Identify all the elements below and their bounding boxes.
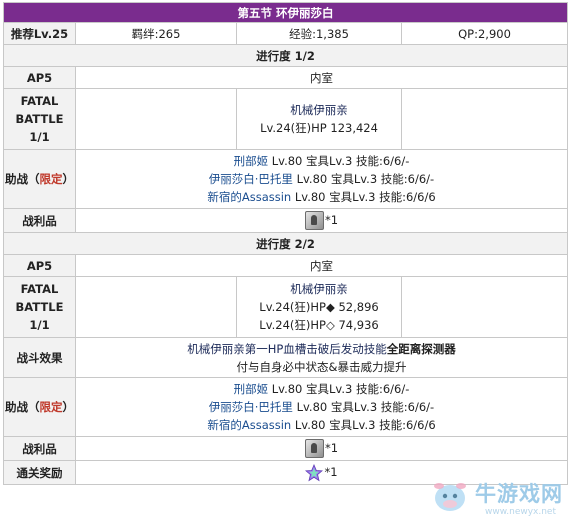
support-label-suffix: ） (62, 172, 75, 186)
support-servant-link[interactable]: 伊丽莎白·巴托里 (209, 400, 293, 414)
support-detail: Lv.80 宝具Lv.3 技能:6/6/- (268, 382, 410, 396)
battle-label-2: FATAL BATTLE 1/1 (3, 276, 76, 338)
effect-text: 机械伊丽亲第一HP血槽击破后发动技能 (187, 341, 387, 356)
loot-cell-2: *1 (74, 436, 569, 461)
support-detail: Lv.80 宝具Lv.3 技能:6/6/6 (291, 418, 436, 432)
support-servant-link[interactable]: 新宿的Assassin (207, 418, 291, 432)
ap-cost-1: AP5 (3, 66, 76, 89)
effect-line-1: 机械伊丽亲第一HP血槽击破后发动技能全距离探测器 (76, 340, 567, 358)
saint-quartz-icon[interactable] (305, 463, 324, 482)
support-servant-link[interactable]: 伊丽莎白·巴托里 (209, 172, 293, 186)
support-detail: Lv.80 宝具Lv.3 技能:6/6/- (292, 172, 435, 186)
effect-line-2: 付与自身必中状态&暴击威力提升 (236, 359, 407, 374)
reward-cell: *1 (74, 460, 569, 485)
support-entry: 刑部姬 Lv.80 宝具Lv.3 技能:6/6/- (76, 380, 567, 398)
enemy-name[interactable]: 机械伊丽亲 (237, 101, 401, 119)
support-detail: Lv.80 宝具Lv.3 技能:6/6/- (268, 154, 410, 168)
enemy-cell-1: 机械伊丽亲 Lv.24(狂)HP 123,424 (236, 88, 402, 150)
reward-count: *1 (324, 465, 338, 480)
location-2: 内室 (74, 254, 569, 277)
support-servant-link[interactable]: 刑部姬 (234, 382, 269, 396)
support-entry: 新宿的Assassin Lv.80 宝具Lv.3 技能:6/6/6 (76, 416, 567, 434)
bond-value: 羁绊:265 (75, 22, 237, 45)
support-detail: Lv.80 宝具Lv.3 技能:6/6/6 (291, 190, 436, 204)
support-list-2: 刑部姬 Lv.80 宝具Lv.3 技能:6/6/- 伊丽莎白·巴托里 Lv.80… (74, 377, 569, 437)
enemy-stats: Lv.24(狂)HP 123,424 (260, 121, 378, 135)
battle-label-line: 1/1 (29, 318, 50, 332)
support-servant-link[interactable]: 新宿的Assassin (207, 190, 291, 204)
statue-icon[interactable] (304, 211, 324, 230)
loot-label-1: 战利品 (3, 208, 76, 233)
support-limited-tag: 限定 (39, 172, 63, 186)
empty-cell (75, 88, 237, 150)
enemy-name[interactable]: 机械伊丽亲 (237, 280, 401, 298)
battle-label-line: BATTLE (15, 300, 64, 314)
enemy-stats-hp2: Lv.24(狂)HP◇ 74,936 (259, 318, 379, 332)
enemy-cell-2: 机械伊丽亲 Lv.24(狂)HP◆ 52,896 Lv.24(狂)HP◇ 74,… (236, 276, 402, 338)
loot-count: *1 (324, 441, 339, 455)
support-limited-tag: 限定 (39, 400, 63, 414)
statue-icon[interactable] (304, 439, 324, 458)
battle-label-line: FATAL (20, 94, 59, 108)
support-list-1: 刑部姬 Lv.80 宝具Lv.3 技能:6/6/- 伊丽莎白·巴托里 Lv.80… (74, 149, 569, 209)
battle-label-line: FATAL (20, 282, 59, 296)
effect-cell: 机械伊丽亲第一HP血槽击破后发动技能全距离探测器 付与自身必中状态&暴击威力提升 (74, 337, 569, 378)
progress-header-2: 进行度 2/2 (2, 232, 569, 255)
qp-value: QP:2,900 (400, 22, 569, 45)
support-entry: 新宿的Assassin Lv.80 宝具Lv.3 技能:6/6/6 (76, 188, 567, 206)
recommend-level: 推荐Lv.25 (3, 22, 76, 45)
support-entry: 伊丽莎白·巴托里 Lv.80 宝具Lv.3 技能:6/6/- (76, 170, 567, 188)
enemy-stats-hp1: Lv.24(狂)HP◆ 52,896 (259, 300, 379, 314)
support-label-suffix: ） (62, 400, 75, 414)
loot-cell-1: *1 (74, 208, 569, 233)
loot-label-2: 战利品 (3, 436, 76, 461)
reward-label: 通关奖励 (3, 460, 76, 485)
support-label-1: 助战（限定） (3, 149, 76, 209)
watermark-url: www.newyx.net (485, 507, 557, 517)
battle-label-line: BATTLE (15, 112, 64, 126)
battle-label-1: FATAL BATTLE 1/1 (3, 88, 76, 150)
progress-header-1: 进行度 1/2 (2, 44, 569, 67)
support-label-2: 助战（限定） (3, 377, 76, 437)
empty-cell (400, 88, 569, 150)
support-entry: 伊丽莎白·巴托里 Lv.80 宝具Lv.3 技能:6/6/- (76, 398, 567, 416)
support-label-prefix: 助战（ (5, 400, 40, 414)
empty-cell (400, 276, 569, 338)
effect-skill-name: 全距离探测器 (386, 341, 456, 356)
quest-table: 第五节 环伊丽莎白 推荐Lv.25 羁绊:265 经验:1,385 QP:2,9… (2, 2, 569, 485)
empty-cell (75, 276, 237, 338)
support-detail: Lv.80 宝具Lv.3 技能:6/6/- (292, 400, 435, 414)
battle-label-line: 1/1 (29, 130, 50, 144)
support-label-prefix: 助战（ (5, 172, 40, 186)
effect-label: 战斗效果 (3, 337, 76, 378)
support-entry: 刑部姬 Lv.80 宝具Lv.3 技能:6/6/- (76, 152, 567, 170)
location-1: 内室 (74, 66, 569, 89)
loot-count: *1 (324, 213, 339, 227)
quest-title: 第五节 环伊丽莎白 (2, 2, 569, 23)
exp-value: 经验:1,385 (236, 22, 402, 45)
support-servant-link[interactable]: 刑部姬 (234, 154, 269, 168)
ap-cost-2: AP5 (3, 254, 76, 277)
